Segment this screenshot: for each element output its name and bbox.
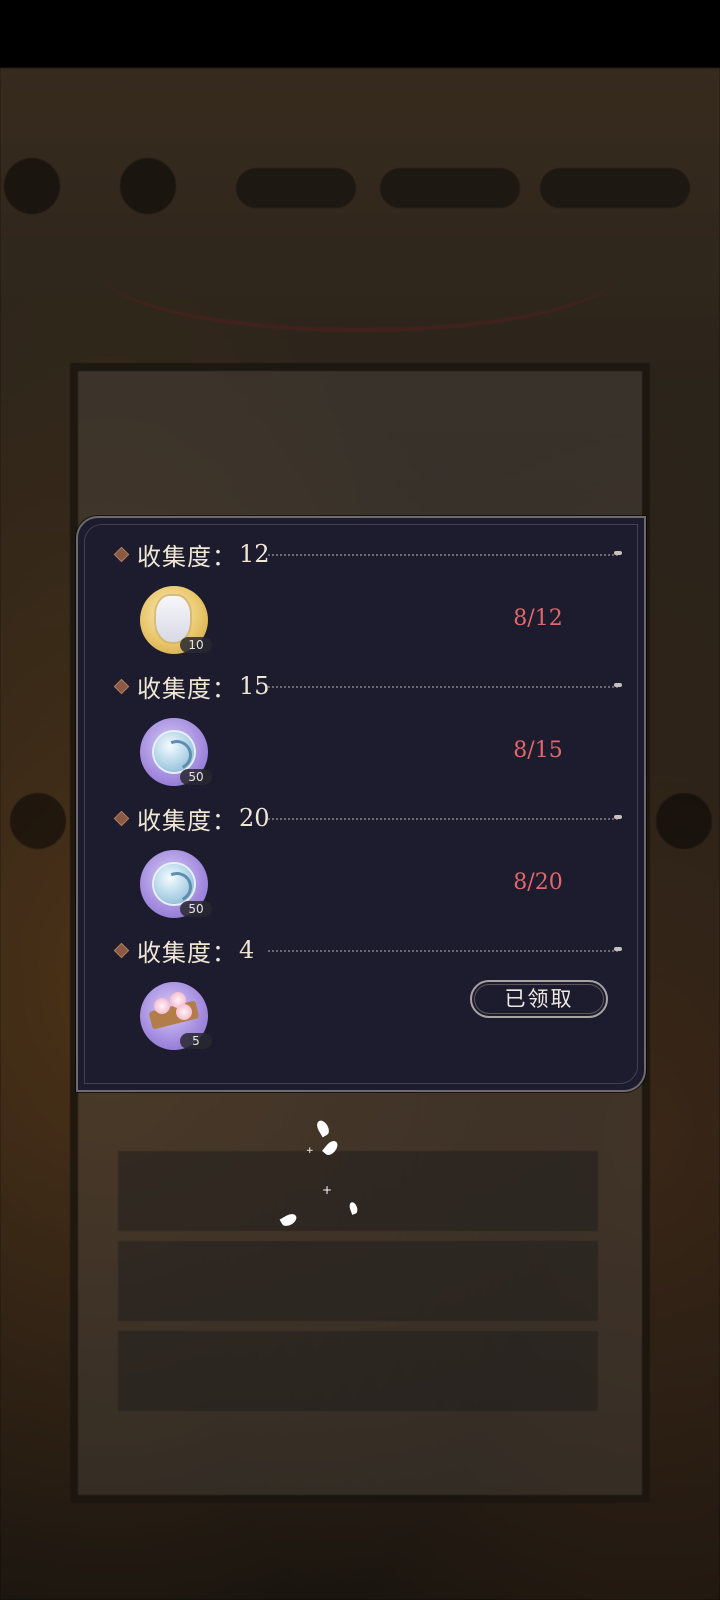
sparkle-icon: + xyxy=(322,1183,333,1197)
section-header: 收集度： 4 xyxy=(113,930,255,970)
reward-section: 收集度： 20 50 8/20 xyxy=(78,798,648,930)
collection-label: 收集度： xyxy=(137,806,237,835)
diamond-bullet-icon xyxy=(113,942,130,958)
collection-label: 收集度： xyxy=(137,938,237,967)
section-header: 收集度： 12 xyxy=(113,534,270,574)
progress-text: 8/20 xyxy=(513,870,563,895)
section-header: 收集度： 20 xyxy=(113,798,270,838)
dotted-divider xyxy=(268,950,618,952)
jade-coin-icon[interactable]: 50 xyxy=(140,718,212,786)
dotted-divider xyxy=(268,818,618,820)
divider-end-mark xyxy=(614,815,622,819)
blossom-icon xyxy=(154,998,170,1014)
section-header: 收集度： 15 xyxy=(113,666,270,706)
blossom-icon xyxy=(176,1004,192,1020)
collection-threshold: 12 xyxy=(239,540,270,568)
reward-section: 收集度： 4 5 已领取 xyxy=(78,930,648,1062)
dotted-divider xyxy=(268,554,618,556)
coin-icon xyxy=(154,864,197,907)
dotted-divider xyxy=(268,686,618,688)
collection-label: 收集度： xyxy=(137,674,237,703)
coin-icon xyxy=(154,732,197,775)
collection-threshold: 20 xyxy=(239,804,270,832)
claimed-button[interactable]: 已领取 xyxy=(470,980,608,1018)
portrait-token-icon[interactable]: 10 xyxy=(140,586,212,654)
sakura-cake-icon[interactable]: 5 xyxy=(140,982,212,1050)
divider-end-mark xyxy=(614,947,622,951)
portrait-face-icon xyxy=(156,596,190,642)
item-quantity: 50 xyxy=(180,901,212,917)
divider-end-mark xyxy=(614,551,622,555)
progress-text: 8/12 xyxy=(513,606,563,631)
collection-label: 收集度： xyxy=(137,542,237,571)
collection-threshold: 15 xyxy=(239,672,270,700)
diamond-bullet-icon xyxy=(113,810,130,826)
progress-text: 8/15 xyxy=(513,738,563,763)
item-quantity: 10 xyxy=(180,637,212,653)
diamond-bullet-icon xyxy=(113,546,130,562)
item-quantity: 50 xyxy=(180,769,212,785)
collection-threshold: 4 xyxy=(239,936,255,964)
collection-reward-panel: 收集度： 12 10 8/12 收集度： 15 50 8/15 收集度： 20 xyxy=(76,516,646,1092)
reward-section: 收集度： 15 50 8/15 xyxy=(78,666,648,798)
status-bar xyxy=(0,0,720,68)
reward-section: 收集度： 12 10 8/12 xyxy=(78,534,648,666)
divider-end-mark xyxy=(614,683,622,687)
diamond-bullet-icon xyxy=(113,678,130,694)
sparkle-icon: + xyxy=(306,1146,314,1156)
item-quantity: 5 xyxy=(180,1033,212,1049)
jade-coin-icon[interactable]: 50 xyxy=(140,850,212,918)
